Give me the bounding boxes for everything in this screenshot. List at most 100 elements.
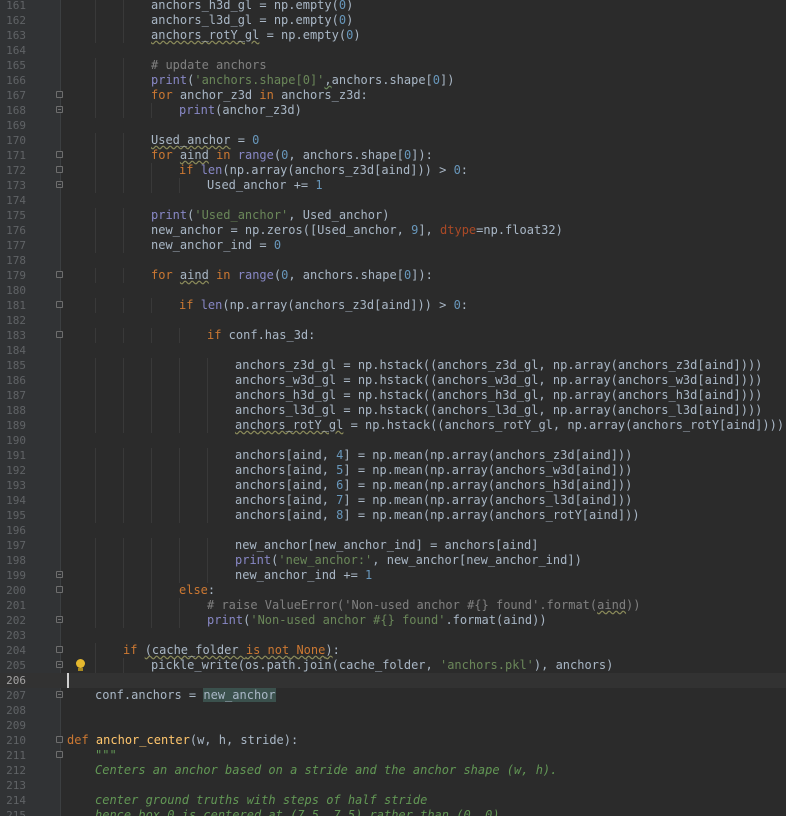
code-line[interactable]: 186 anchors_w3d_gl = np.hstack((anchors_w…: [0, 373, 786, 388]
code-line[interactable]: 177 new_anchor_ind = 0: [0, 238, 786, 253]
fold-end-marker[interactable]: [56, 661, 63, 668]
fold-marker[interactable]: [56, 586, 63, 593]
code-text[interactable]: anchors_l3d_gl = np.hstack((anchors_l3d_…: [235, 403, 762, 418]
code-line[interactable]: 163 anchors_rotY_gl = np.empty(0): [0, 28, 786, 43]
code-line[interactable]: 185 anchors_z3d_gl = np.hstack((anchors_z…: [0, 358, 786, 373]
code-line[interactable]: 179 for aind in range(0, anchors.shape[0]…: [0, 268, 786, 283]
code-line[interactable]: 188 anchors_l3d_gl = np.hstack((anchors_l…: [0, 403, 786, 418]
code-text[interactable]: anchors_l3d_gl = np.empty(0): [151, 13, 353, 28]
code-line[interactable]: 198 print('new_anchor:', new_anchor[new_a…: [0, 553, 786, 568]
code-text[interactable]: if (cache_folder is not None):: [123, 643, 340, 658]
code-text[interactable]: for aind in range(0, anchors.shape[0]):: [151, 268, 433, 283]
code-text[interactable]: Used_anchor += 1: [207, 178, 323, 193]
code-text[interactable]: new_anchor[new_anchor_ind] = anchors[ain…: [235, 538, 538, 553]
code-line[interactable]: 170 Used_anchor = 0: [0, 133, 786, 148]
code-text[interactable]: for anchor_z3d in anchors_z3d:: [151, 88, 368, 103]
code-text[interactable]: anchors_w3d_gl = np.hstack((anchors_w3d_…: [235, 373, 762, 388]
code-text[interactable]: # update anchors: [151, 58, 267, 73]
code-text[interactable]: anchors[aind, 5] = np.mean(np.array(anch…: [235, 463, 632, 478]
fold-marker[interactable]: [56, 301, 63, 308]
fold-marker[interactable]: [56, 646, 63, 653]
code-line[interactable]: 169: [0, 118, 786, 133]
code-line[interactable]: 175 print('Used_anchor', Used_anchor): [0, 208, 786, 223]
code-line[interactable]: 166 print('anchors.shape[0]',anchors.shap…: [0, 73, 786, 88]
code-line[interactable]: 207 conf.anchors = new_anchor: [0, 688, 786, 703]
fold-end-marker[interactable]: [56, 691, 63, 698]
code-line[interactable]: 204 if (cache_folder is not None):: [0, 643, 786, 658]
code-line[interactable]: 187 anchors_h3d_gl = np.hstack((anchors_h…: [0, 388, 786, 403]
fold-marker[interactable]: [56, 91, 63, 98]
code-text[interactable]: Centers an anchor based on a stride and …: [95, 763, 557, 778]
fold-marker[interactable]: [56, 166, 63, 173]
code-line[interactable]: 212 Centers an anchor based on a stride a…: [0, 763, 786, 778]
fold-end-marker[interactable]: [56, 181, 63, 188]
fold-end-marker[interactable]: [56, 571, 63, 578]
code-text[interactable]: print('Used_anchor', Used_anchor): [151, 208, 389, 223]
code-line[interactable]: 195 anchors[aind, 8] = np.mean(np.array(a…: [0, 508, 786, 523]
code-text[interactable]: if conf.has_3d:: [207, 328, 315, 343]
code-text[interactable]: anchors_h3d_gl = np.hstack((anchors_h3d_…: [235, 388, 762, 403]
code-text[interactable]: pickle_write(os.path.join(cache_folder, …: [151, 658, 613, 673]
code-line[interactable]: 197 new_anchor[new_anchor_ind] = anchors[…: [0, 538, 786, 553]
code-line[interactable]: 172 if len(np.array(anchors_z3d[aind])) >…: [0, 163, 786, 178]
code-line[interactable]: 164: [0, 43, 786, 58]
code-line[interactable]: 201 # raise ValueError('Non-used anchor #…: [0, 598, 786, 613]
fold-marker[interactable]: [56, 751, 63, 758]
code-line[interactable]: 168 print(anchor_z3d): [0, 103, 786, 118]
code-line[interactable]: 206: [0, 673, 786, 688]
code-text[interactable]: anchors_rotY_gl = np.hstack((anchors_rot…: [235, 418, 784, 433]
code-text[interactable]: new_anchor_ind += 1: [235, 568, 372, 583]
code-text[interactable]: for aind in range(0, anchors.shape[0]):: [151, 148, 433, 163]
code-line[interactable]: 161 anchors_h3d_gl = np.empty(0): [0, 0, 786, 13]
code-text[interactable]: if len(np.array(anchors_z3d[aind])) > 0:: [179, 298, 468, 313]
fold-end-marker[interactable]: [56, 616, 63, 623]
code-line[interactable]: 200 else:: [0, 583, 786, 598]
code-text[interactable]: anchors[aind, 6] = np.mean(np.array(anch…: [235, 478, 632, 493]
fold-marker[interactable]: [56, 736, 63, 743]
code-line[interactable]: 192 anchors[aind, 5] = np.mean(np.array(a…: [0, 463, 786, 478]
code-text[interactable]: new_anchor = np.zeros([Used_anchor, 9], …: [151, 223, 563, 238]
code-text[interactable]: center ground truths with steps of half …: [95, 793, 427, 808]
code-text[interactable]: anchors[aind, 7] = np.mean(np.array(anch…: [235, 493, 632, 508]
code-line[interactable]: 193 anchors[aind, 6] = np.mean(np.array(a…: [0, 478, 786, 493]
fold-marker[interactable]: [56, 151, 63, 158]
code-line[interactable]: 214 center ground truths with steps of ha…: [0, 793, 786, 808]
code-line[interactable]: 180: [0, 283, 786, 298]
code-line[interactable]: 215 hence box 0 is centered at (7.5, 7.5)…: [0, 808, 786, 816]
code-line[interactable]: 189 anchors_rotY_gl = np.hstack((anchors_…: [0, 418, 786, 433]
code-line[interactable]: 181 if len(np.array(anchors_z3d[aind])) >…: [0, 298, 786, 313]
code-text[interactable]: """: [95, 748, 117, 763]
code-line[interactable]: 203: [0, 628, 786, 643]
code-text[interactable]: print('new_anchor:', new_anchor[new_anch…: [235, 553, 582, 568]
code-line[interactable]: 173 Used_anchor += 1: [0, 178, 786, 193]
code-text[interactable]: # raise ValueError('Non-used anchor #{} …: [207, 598, 641, 613]
code-line[interactable]: 208: [0, 703, 786, 718]
code-text[interactable]: new_anchor_ind = 0: [151, 238, 281, 253]
lightbulb-icon[interactable]: [76, 659, 85, 671]
code-text[interactable]: Used_anchor = 0: [151, 133, 259, 148]
fold-marker[interactable]: [56, 331, 63, 338]
code-text[interactable]: if len(np.array(anchors_z3d[aind])) > 0:: [179, 163, 468, 178]
code-line[interactable]: 199 new_anchor_ind += 1: [0, 568, 786, 583]
code-line[interactable]: 205 pickle_write(os.path.join(cache_folde…: [0, 658, 786, 673]
code-line[interactable]: 194 anchors[aind, 7] = np.mean(np.array(a…: [0, 493, 786, 508]
code-text[interactable]: print('anchors.shape[0]',anchors.shape[0…: [151, 73, 454, 88]
code-text[interactable]: anchors_h3d_gl = np.empty(0): [151, 0, 353, 13]
fold-marker[interactable]: [56, 271, 63, 278]
code-text[interactable]: anchors[aind, 4] = np.mean(np.array(anch…: [235, 448, 632, 463]
code-text[interactable]: else:: [179, 583, 215, 598]
code-line[interactable]: 162 anchors_l3d_gl = np.empty(0): [0, 13, 786, 28]
code-text[interactable]: anchors_rotY_gl = np.empty(0): [151, 28, 361, 43]
code-line[interactable]: 190: [0, 433, 786, 448]
code-text[interactable]: hence box 0 is centered at (7.5, 7.5) ra…: [95, 808, 500, 816]
code-line[interactable]: 209: [0, 718, 786, 733]
code-line[interactable]: 165 # update anchors: [0, 58, 786, 73]
code-line[interactable]: 184: [0, 343, 786, 358]
code-line[interactable]: 183 if conf.has_3d:: [0, 328, 786, 343]
code-line[interactable]: 196: [0, 523, 786, 538]
code-line[interactable]: 211 """: [0, 748, 786, 763]
code-text[interactable]: anchors[aind, 8] = np.mean(np.array(anch…: [235, 508, 640, 523]
fold-end-marker[interactable]: [56, 106, 63, 113]
code-line[interactable]: 178: [0, 253, 786, 268]
code-text[interactable]: print('Non-used anchor #{} found'.format…: [207, 613, 547, 628]
